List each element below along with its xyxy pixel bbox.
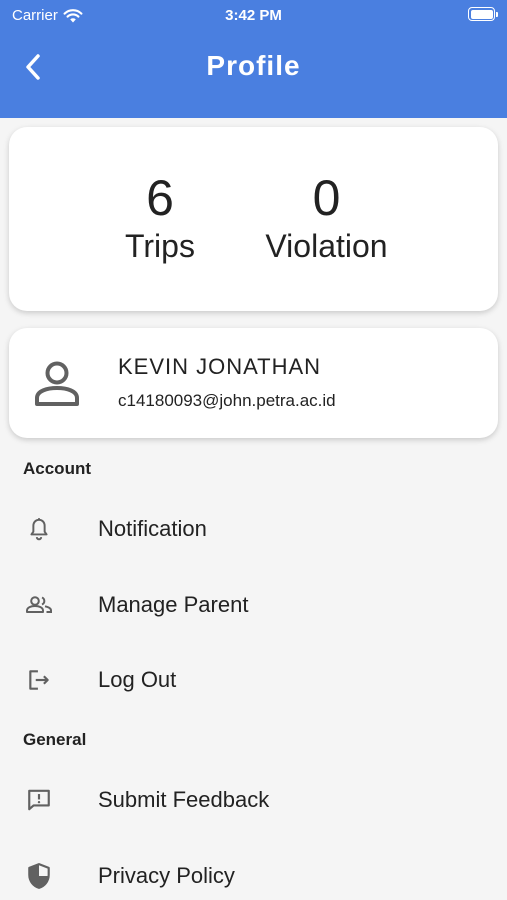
app-header: Carrier 3:42 PM Profile <box>0 0 507 118</box>
user-email: c14180093@john.petra.ac.id <box>118 391 336 410</box>
menu-label-manage-parent: Manage Parent <box>98 592 249 617</box>
feedback-icon <box>24 785 54 815</box>
person-icon <box>35 361 79 406</box>
battery-icon <box>468 7 498 21</box>
page-title: Profile <box>206 50 301 81</box>
user-card[interactable]: KEVIN JONATHAN c14180093@john.petra.ac.i… <box>9 328 498 438</box>
shield-icon <box>24 861 54 891</box>
stats-card: 6 Trips 0 Violation <box>9 127 498 311</box>
menu-item-privacy-policy[interactable]: Privacy Policy <box>0 846 507 900</box>
people-icon <box>24 590 54 620</box>
menu-item-log-out[interactable]: Log Out <box>0 650 507 710</box>
menu-label-privacy-policy: Privacy Policy <box>98 863 235 888</box>
menu-item-notification[interactable]: Notification <box>0 499 507 559</box>
trips-stat: 6 Trips <box>105 170 215 266</box>
menu-label-notification: Notification <box>98 516 207 541</box>
menu-label-submit-feedback: Submit Feedback <box>98 787 270 812</box>
navigation-bar: Profile <box>0 40 507 92</box>
menu-item-manage-parent[interactable]: Manage Parent <box>0 575 507 635</box>
trips-label: Trips <box>125 228 195 264</box>
section-title-general: General <box>23 730 87 749</box>
section-title-account: Account <box>23 459 91 478</box>
trips-count: 6 <box>146 170 174 226</box>
menu-item-submit-feedback[interactable]: Submit Feedback <box>0 770 507 830</box>
bell-icon <box>24 514 54 544</box>
violation-label: Violation <box>265 228 388 264</box>
user-name: KEVIN JONATHAN <box>118 354 322 379</box>
violation-stat: 0 Violation <box>254 170 399 266</box>
menu-label-log-out: Log Out <box>98 667 177 692</box>
logout-icon <box>24 665 54 695</box>
violation-count: 0 <box>312 170 341 226</box>
status-time: 3:42 PM <box>225 7 282 24</box>
status-bar: Carrier 3:42 PM <box>0 0 507 32</box>
